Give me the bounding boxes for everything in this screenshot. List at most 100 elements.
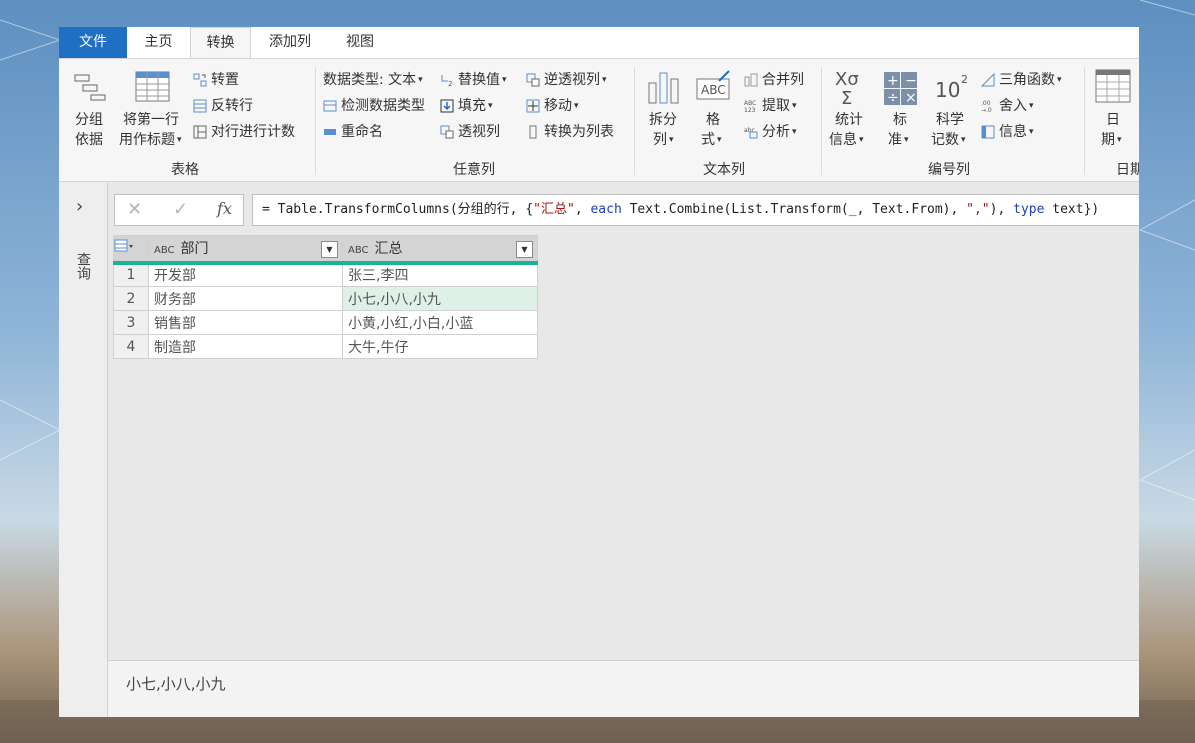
table-row[interactable]: 2 财务部 小七,小八,小九 bbox=[113, 286, 538, 311]
formula-bar-input[interactable]: = Table.TransformColumns(分组的行, {"汇总", ea… bbox=[252, 194, 1139, 226]
queries-pane: › 查询 bbox=[59, 182, 108, 717]
pivot-column-button[interactable]: 透视列 bbox=[440, 121, 500, 141]
rename-button[interactable]: 重命名 bbox=[323, 121, 383, 141]
reverse-rows-button[interactable]: 反转行 bbox=[193, 95, 253, 115]
table-cell[interactable]: 张三,李四 bbox=[342, 262, 538, 287]
list-icon bbox=[529, 125, 537, 139]
date-label-2: 期 ▾ bbox=[1101, 132, 1122, 148]
table-cell[interactable]: 小黄,小红,小白,小蓝 bbox=[342, 310, 538, 335]
ribbon-separator bbox=[634, 67, 635, 175]
rounding-icon: .00→.0 bbox=[981, 100, 992, 113]
fill-down-icon bbox=[440, 99, 454, 113]
reverse-rows-icon bbox=[193, 99, 207, 113]
table-row[interactable]: 3 销售部 小黄,小红,小白,小蓝 bbox=[113, 310, 538, 335]
trigonometry-button[interactable]: 三角函数 ▾ bbox=[981, 69, 1062, 89]
split-label-2: 列 ▾ bbox=[653, 132, 674, 148]
fx-icon[interactable]: fx bbox=[217, 199, 232, 218]
table-row[interactable]: 4 制造部 大牛,牛仔 bbox=[113, 334, 538, 359]
tab-home[interactable]: 主页 bbox=[131, 27, 186, 58]
ribbon-separator bbox=[315, 67, 316, 175]
svg-text:.00: .00 bbox=[981, 100, 991, 107]
fill-button[interactable]: 填充 ▾ bbox=[440, 95, 493, 115]
count-rows-icon bbox=[193, 125, 207, 139]
expand-chevron-icon[interactable]: › bbox=[76, 196, 83, 217]
data-type-dropdown[interactable]: 数据类型: 文本 ▾ bbox=[323, 69, 423, 89]
replace-values-button[interactable]: 2 替换值 ▾ bbox=[440, 69, 507, 89]
svg-text:10: 10 bbox=[935, 78, 960, 102]
data-grid: ABC 部门 ▼ ABC 汇总 ▼ 1 开发部 张三,李四 2 财务部 小七,小… bbox=[113, 235, 538, 359]
calendar-icon bbox=[1095, 69, 1131, 103]
queries-pane-label[interactable]: 查询 bbox=[73, 252, 93, 280]
svg-text:−: − bbox=[905, 73, 917, 89]
cancel-formula-icon[interactable]: ✕ bbox=[127, 199, 142, 220]
table-cell[interactable]: 开发部 bbox=[148, 262, 343, 287]
ribbon-transform: 分组 依据 将第一行 用作标题 ▾ 转置 反转行 对行进行计数 表格 数据类型: … bbox=[59, 58, 1139, 182]
table-cell[interactable]: 大牛,牛仔 bbox=[342, 334, 538, 359]
parse-button[interactable]: abc 分析 ▾ bbox=[744, 121, 797, 141]
column-header-label: 汇总 bbox=[374, 241, 403, 258]
rename-icon bbox=[324, 129, 336, 135]
row-number[interactable]: 2 bbox=[113, 286, 149, 311]
replace-icon: 2 bbox=[441, 75, 452, 87]
table-cell[interactable]: 制造部 bbox=[148, 334, 343, 359]
row-number[interactable]: 4 bbox=[113, 334, 149, 359]
tab-transform[interactable]: 转换 bbox=[190, 27, 251, 58]
format-abc-icon: ABC bbox=[696, 70, 730, 100]
ribbon-separator bbox=[1084, 67, 1085, 175]
tab-file[interactable]: 文件 bbox=[59, 27, 127, 58]
transpose-icon bbox=[193, 73, 207, 87]
table-menu-button[interactable] bbox=[113, 235, 149, 265]
svg-text:2: 2 bbox=[448, 80, 452, 87]
column-filter-dropdown-icon[interactable]: ▼ bbox=[321, 241, 338, 258]
group-by-label-1: 分组 bbox=[75, 112, 103, 128]
count-rows-button[interactable]: 对行进行计数 bbox=[193, 121, 295, 141]
power-query-window: 文件 主页 转换 添加列 视图 分组 依据 将第一行 用作标题 ▾ 转置 反转行… bbox=[59, 27, 1139, 717]
merge-columns-button[interactable]: 合并列 bbox=[744, 69, 804, 89]
detect-data-type-button[interactable]: 检测数据类型 bbox=[323, 95, 425, 115]
formula-keyword: type bbox=[1013, 202, 1045, 217]
triangle-icon bbox=[981, 73, 995, 87]
text-type-icon[interactable]: ABC bbox=[154, 245, 175, 256]
split-column-icon bbox=[648, 72, 679, 104]
transpose-button[interactable]: 转置 bbox=[193, 69, 239, 89]
group-label-table: 表格 bbox=[171, 162, 199, 178]
column-filter-dropdown-icon[interactable]: ▼ bbox=[516, 241, 533, 258]
tab-add-column[interactable]: 添加列 bbox=[255, 27, 325, 58]
group-label-date: 日期 bbox=[1116, 162, 1139, 178]
row-number[interactable]: 3 bbox=[113, 310, 149, 335]
unpivot-columns-button[interactable]: 逆透视列 ▾ bbox=[526, 69, 607, 89]
standard-label-1: 标 bbox=[893, 112, 907, 128]
stats-label-2: 信息 ▾ bbox=[829, 132, 864, 148]
row-number[interactable]: 1 bbox=[113, 262, 149, 287]
column-header-dept[interactable]: ABC 部门 ▼ bbox=[148, 235, 343, 265]
convert-to-list-button[interactable]: 转换为列表 bbox=[526, 121, 614, 141]
rounding-button[interactable]: .00 →.0 舍入 ▾ bbox=[981, 95, 1034, 115]
formula-text: ), bbox=[989, 202, 1014, 217]
svg-text:→.0: →.0 bbox=[981, 107, 992, 113]
table-cell-selected[interactable]: 小七,小八,小九 bbox=[342, 286, 538, 311]
group-by-icon bbox=[74, 74, 106, 101]
formula-string: "汇总" bbox=[533, 202, 575, 217]
merge-icon bbox=[744, 73, 758, 87]
group-by-label-2: 依据 bbox=[75, 132, 103, 148]
table-cell[interactable]: 销售部 bbox=[148, 310, 343, 335]
svg-text:2: 2 bbox=[961, 73, 968, 86]
commit-formula-icon[interactable]: ✓ bbox=[173, 199, 188, 220]
tab-view[interactable]: 视图 bbox=[331, 27, 389, 58]
extract-icon: ABC123 bbox=[744, 100, 756, 113]
move-button[interactable]: 移动 ▾ bbox=[526, 95, 579, 115]
pivot-icon bbox=[440, 125, 454, 139]
standard-math-icon: + − ÷ × bbox=[884, 72, 917, 105]
column-header-summary[interactable]: ABC 汇总 ▼ bbox=[342, 235, 538, 265]
information-button[interactable]: 信息 ▾ bbox=[981, 121, 1034, 141]
svg-text:×: × bbox=[905, 90, 917, 105]
table-row[interactable]: 1 开发部 张三,李四 bbox=[113, 262, 538, 287]
extract-button[interactable]: ABC 123 提取 ▾ bbox=[744, 95, 797, 115]
move-icon bbox=[526, 99, 540, 113]
stats-label-1: 统计 bbox=[835, 112, 863, 128]
text-type-icon[interactable]: ABC bbox=[348, 245, 369, 256]
formula-string: "," bbox=[966, 202, 990, 217]
ribbon-separator bbox=[821, 67, 822, 175]
table-cell[interactable]: 财务部 bbox=[148, 286, 343, 311]
first-row-label-1: 将第一行 bbox=[123, 112, 179, 128]
